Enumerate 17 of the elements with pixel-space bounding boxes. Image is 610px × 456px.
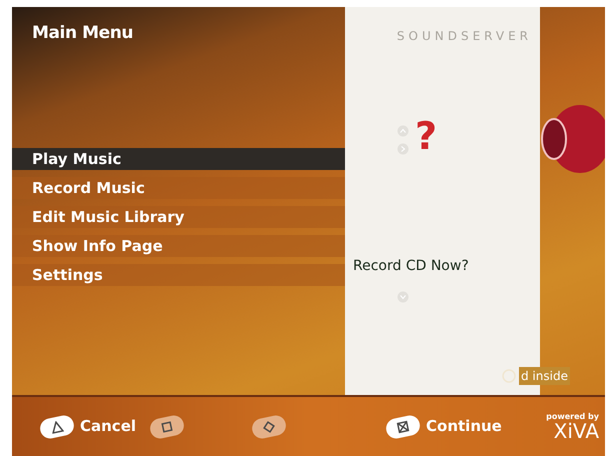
question-mark: ? (415, 117, 438, 155)
powered-by-text: powered by (546, 412, 599, 420)
menu-item[interactable]: Show Info Page (12, 235, 345, 257)
menu-item[interactable]: Record Music (12, 177, 345, 199)
menu-title: Main Menu (32, 23, 134, 43)
xiva-logo: XiVA (554, 420, 599, 440)
menu-item[interactable]: Settings (12, 264, 345, 286)
footer-button[interactable]: Continue (386, 415, 502, 438)
brand-text: SOUNDSERVER (396, 28, 532, 45)
triangle-icon (50, 419, 64, 434)
cross-icon (396, 419, 410, 434)
dialog-message: Record CD Now? (353, 258, 469, 274)
menu-item[interactable]: Play Music (12, 148, 345, 170)
footer-button[interactable]: Cancel (40, 415, 136, 438)
circle-icon (502, 369, 516, 383)
diamond-icon (262, 419, 276, 434)
side-note: d inside (519, 367, 570, 385)
